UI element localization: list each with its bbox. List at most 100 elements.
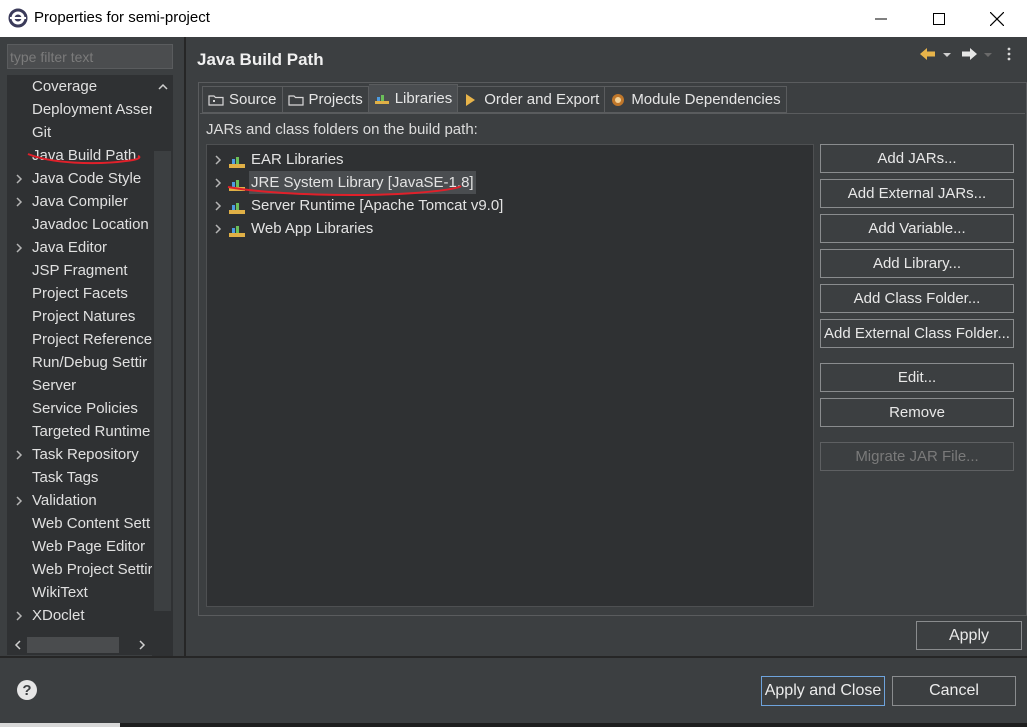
sidebar-item[interactable]: Java Editor (7, 236, 152, 259)
maximize-button[interactable] (911, 0, 967, 37)
cancel-button[interactable]: Cancel (892, 676, 1016, 706)
sidebar-item[interactable]: Web Page Editor (7, 535, 152, 558)
migrate-jar-button[interactable]: Migrate JAR File... (820, 442, 1014, 471)
chevron-right-icon[interactable] (214, 217, 222, 241)
apply-button[interactable]: Apply (916, 621, 1022, 650)
sidebar-panel: Coverage Deployment Asser Git Java Build Pa… (0, 37, 184, 671)
sidebar-item[interactable]: WikiText (7, 581, 152, 604)
sidebar-item[interactable]: Web Project Settir (7, 558, 152, 581)
sidebar-item-label: Task Tags (32, 469, 99, 486)
sidebar-item[interactable]: Javadoc Location (7, 213, 152, 236)
library-jar-icon (229, 153, 245, 168)
sidebar-item-label: Javadoc Location (32, 216, 149, 233)
forward-button[interactable] (961, 47, 977, 67)
sidebar-horizontal-scrollbar[interactable] (7, 635, 152, 655)
back-button[interactable] (920, 47, 936, 67)
eclipse-app-icon (8, 8, 28, 28)
taskbar-edge (0, 723, 1027, 727)
sidebar-item-label: Coverage (32, 78, 98, 95)
sidebar-item-label: Project Natures (32, 308, 136, 325)
forward-dropdown[interactable] (983, 47, 993, 67)
tab-module-dependencies[interactable]: Module Dependencies (605, 86, 787, 113)
chevron-right-icon[interactable] (15, 489, 25, 513)
library-jar-icon (229, 222, 245, 237)
back-dropdown[interactable] (942, 47, 952, 67)
sidebar-item[interactable]: Java Build Path (7, 144, 152, 167)
tab-order-and-export[interactable]: Order and Export (458, 86, 606, 113)
libraries-tree[interactable]: EAR Libraries JRE System Library [JavaSE-… (206, 144, 814, 607)
library-item[interactable]: Web App Libraries (207, 217, 807, 240)
sidebar-item[interactable]: Targeted Runtime (7, 420, 152, 443)
maximize-icon (933, 12, 945, 25)
sidebar-item[interactable]: Project Reference (7, 328, 152, 351)
more-vertical-icon (1007, 47, 1011, 61)
chevron-right-icon[interactable] (214, 171, 222, 195)
sidebar-item-label: Task Repository (32, 446, 139, 463)
view-menu-button[interactable] (1006, 47, 1012, 67)
sidebar-item[interactable]: Java Compiler (7, 190, 152, 213)
library-item[interactable]: EAR Libraries (207, 148, 807, 171)
libraries-hint: JARs and class folders on the build path… (206, 121, 478, 138)
scroll-left-icon[interactable] (7, 635, 27, 655)
tab-source[interactable]: Source (202, 86, 283, 113)
hscroll-thumb[interactable] (27, 637, 119, 653)
add-library-button[interactable]: Add Library... (820, 249, 1014, 278)
sidebar-item[interactable]: Project Natures (7, 305, 152, 328)
tab-label: Projects (308, 91, 363, 108)
sidebar-item[interactable]: Web Content Sett (7, 512, 152, 535)
sidebar-item[interactable]: Deployment Asser (7, 98, 152, 121)
filter-input[interactable] (7, 44, 173, 69)
sidebar-item[interactable]: Java Code Style (7, 167, 152, 190)
scroll-up-icon[interactable] (152, 75, 173, 97)
minimize-icon (875, 18, 887, 19)
tab-strip: Source Projects Libraries Order and Export M… (202, 84, 787, 113)
add-external-jars-button[interactable]: Add External JARs... (820, 179, 1014, 208)
chevron-right-icon[interactable] (15, 604, 25, 628)
chevron-right-icon[interactable] (214, 148, 222, 172)
apply-and-close-button[interactable]: Apply and Close (761, 676, 885, 706)
library-item-label: EAR Libraries (251, 151, 344, 168)
library-item[interactable]: JRE System Library [JavaSE-1.8] (207, 171, 807, 194)
library-item-label: JRE System Library [JavaSE-1.8] (249, 171, 476, 194)
sidebar-item[interactable]: Task Repository (7, 443, 152, 466)
sidebar-item[interactable]: Run/Debug Settir (7, 351, 152, 374)
add-jars-button[interactable]: Add JARs... (820, 144, 1014, 173)
chevron-right-icon[interactable] (15, 190, 25, 214)
scroll-thumb[interactable] (154, 151, 171, 611)
sidebar-item[interactable]: Git (7, 121, 152, 144)
sidebar-item-label: Targeted Runtime (32, 423, 151, 440)
window-title-bar: Properties for semi-project (0, 0, 1027, 37)
chevron-right-icon[interactable] (15, 167, 25, 191)
order-export-icon (463, 92, 479, 108)
sidebar-item[interactable]: Validation (7, 489, 152, 512)
sidebar-item[interactable]: Task Tags (7, 466, 152, 489)
scroll-right-icon[interactable] (132, 635, 152, 655)
sidebar-item[interactable]: XDoclet (7, 604, 152, 627)
close-button[interactable] (969, 0, 1025, 37)
help-icon[interactable]: ? (17, 680, 37, 700)
sidebar-item[interactable]: Server (7, 374, 152, 397)
chevron-right-icon[interactable] (15, 236, 25, 260)
library-item-label: Web App Libraries (251, 220, 374, 237)
sidebar-item-label: Java Code Style (32, 170, 142, 187)
remove-button[interactable]: Remove (820, 398, 1014, 427)
sidebar-item[interactable]: Service Policies (7, 397, 152, 420)
chevron-right-icon[interactable] (214, 194, 222, 218)
add-class-folder-button[interactable]: Add Class Folder... (820, 284, 1014, 313)
tab-projects[interactable]: Projects (282, 86, 369, 113)
sidebar-vertical-scrollbar[interactable] (152, 75, 173, 671)
add-external-class-folder-button[interactable]: Add External Class Folder... (820, 319, 1014, 348)
edit-button[interactable]: Edit... (820, 363, 1014, 392)
tab-libraries[interactable]: Libraries (368, 84, 459, 113)
sidebar-item-label: Web Page Editor (32, 538, 146, 555)
sidebar-item-label: Java Editor (32, 239, 108, 256)
sidebar-item[interactable]: Project Facets (7, 282, 152, 305)
sidebar-item[interactable]: JSP Fragment (7, 259, 152, 282)
minimize-button[interactable] (853, 0, 909, 37)
chevron-right-icon[interactable] (15, 443, 25, 467)
sidebar-item-label: Git (32, 124, 52, 141)
sidebar-item[interactable]: Coverage (7, 75, 152, 98)
add-variable-button[interactable]: Add Variable... (820, 214, 1014, 243)
library-item[interactable]: Server Runtime [Apache Tomcat v9.0] (207, 194, 807, 217)
chevron-down-icon (943, 53, 951, 57)
